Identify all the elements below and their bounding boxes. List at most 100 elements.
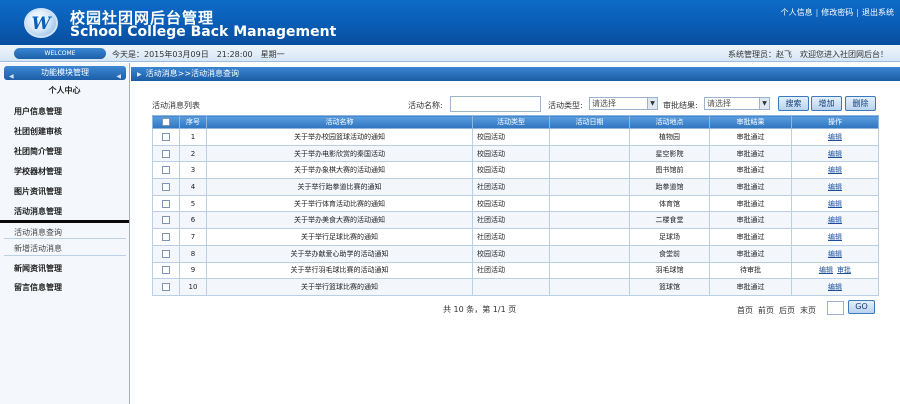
select-all-checkbox[interactable] [162,118,170,126]
row-checkbox-cell [152,228,180,246]
row-checkbox[interactable] [162,266,170,275]
activity-type-select[interactable]: 请选择 ▼ [589,97,658,110]
row-checkbox[interactable] [162,283,170,292]
sidebar-item-messages[interactable]: 留言信息管理 [0,282,129,293]
sidebar-item-club-intro[interactable]: 社团简介管理 [0,146,129,157]
review-result: 审批通过 [709,178,792,196]
link-separator: | [856,8,859,17]
list-title: 活动消息列表 [152,101,200,110]
first-page-link[interactable]: 首页 [737,305,753,316]
row-checkbox-cell [152,128,180,146]
activity-name: 关于举行跆拳道比赛的通知 [206,178,473,196]
edit-link[interactable]: 编辑 [828,133,842,141]
prev-page-link[interactable]: 前页 [758,305,774,316]
activity-place: 星空影院 [629,144,710,163]
activity-name: 关于举办象棋大赛的活动通知 [206,161,473,180]
row-checkbox-cell [152,161,180,180]
edit-link[interactable]: 编辑 [828,200,842,208]
activity-date [549,194,630,213]
activity-place: 二楼食堂 [629,211,710,230]
row-number: 3 [179,161,207,180]
row-number: 1 [179,128,207,146]
review-result: 审批通过 [709,278,792,296]
review-result: 审批通过 [709,161,792,180]
sidebar-subitem-activity-query[interactable]: 活动消息查询 [0,227,129,238]
activity-name: 关于举办电影欣赏的秦国活动 [206,144,473,163]
chevron-down-icon: ▼ [647,98,657,109]
row-checkbox[interactable] [162,166,170,175]
edit-link[interactable]: 编辑 [828,283,842,291]
row-actions: 编辑 [791,211,879,230]
change-password-link[interactable]: 修改密码 [821,8,853,17]
personal-info-link[interactable]: 个人信息 [781,8,813,17]
sidebar-item-club-review[interactable]: 社团创建审核 [0,126,129,137]
collapse-right-icon[interactable]: ◀ [116,70,121,84]
page-number-input[interactable] [827,301,844,315]
sidebar-item-activity[interactable]: 活动消息管理 [0,206,129,217]
row-actions: 编辑 [791,161,879,180]
activity-type: 校园活动 [472,128,550,146]
row-checkbox[interactable] [162,199,170,208]
add-button[interactable]: 增加 [811,96,842,111]
sidebar-subitem-activity-add[interactable]: 新增活动消息 [0,243,129,254]
next-page-link[interactable]: 后页 [779,305,795,316]
row-checkbox[interactable] [162,232,170,241]
activity-type: 社团活动 [472,178,550,196]
delete-button[interactable]: 删除 [845,96,876,111]
sidebar-item-image-news[interactable]: 图片资讯管理 [0,186,129,197]
activity-date [549,244,630,263]
activity-date [549,278,630,296]
link-separator: | [815,8,819,17]
logout-link[interactable]: 退出系统 [862,8,894,17]
collapse-left-icon[interactable]: ◀ [9,70,14,84]
go-button[interactable]: GO [848,300,875,314]
edit-link[interactable]: 编辑 [828,183,842,191]
review-result: 审批通过 [709,194,792,213]
sidebar-item-equipment[interactable]: 学校器材管理 [0,166,129,177]
row-checkbox[interactable] [162,149,170,158]
row-checkbox-cell [152,278,180,296]
table-row: 10 关于举行篮球比赛的通知 篮球馆 审批通过 编辑 [152,278,879,296]
edit-link[interactable]: 编辑 [828,250,842,258]
table-row: 8 关于举办献爱心助学的活动通知 校园活动 食堂前 审批通过 编辑 [152,244,879,263]
table-header-row: 序号 活动名称 活动类型 活动日期 活动地点 审批结果 操作 [152,115,879,129]
activity-place: 跆拳道馆 [629,178,710,196]
activity-type: 社团活动 [472,261,550,280]
activity-type: 校园活动 [472,244,550,263]
sidebar-item-user-info[interactable]: 用户信息管理 [0,106,129,117]
breadcrumb-arrow-icon: ▶ [137,71,142,78]
row-checkbox-cell [152,178,180,196]
edit-link[interactable]: 编辑 [828,233,842,241]
review-result-select[interactable]: 请选择 ▼ [704,97,770,110]
last-page-link[interactable]: 末页 [800,305,816,316]
activity-place: 篮球馆 [629,278,710,296]
row-number: 7 [179,228,207,246]
activity-place: 足球场 [629,228,710,246]
column-header: 审批结果 [709,115,792,129]
row-actions: 编辑 [791,144,879,163]
sidebar-item-personal-center[interactable]: 个人中心 [0,85,129,96]
activity-name-input[interactable] [450,96,541,112]
row-actions: 编辑 [791,128,879,146]
row-actions: 编辑 [791,178,879,196]
search-button[interactable]: 搜索 [778,96,809,111]
table-row: 7 关于举行足球比赛的通知 社团活动 足球场 审批通过 编辑 [152,228,879,246]
row-checkbox[interactable] [162,249,170,258]
edit-link[interactable]: 编辑 [819,266,833,274]
edit-link[interactable]: 编辑 [828,166,842,174]
activity-place: 羽毛球馆 [629,261,710,280]
row-checkbox[interactable] [162,132,170,141]
row-checkbox-cell [152,211,180,230]
activity-name: 关于举办美食大赛的活动通知 [206,211,473,230]
row-checkbox[interactable] [162,182,170,191]
activity-place: 图书馆前 [629,161,710,180]
edit-link[interactable]: 编辑 [828,216,842,224]
edit-link[interactable]: 编辑 [828,150,842,158]
sidebar-item-news[interactable]: 新闻资讯管理 [0,263,129,274]
activity-name: 关于举行体育活动比赛的通知 [206,194,473,213]
column-header: 序号 [179,115,207,129]
activity-type: 校园活动 [472,144,550,163]
activity-place: 植物园 [629,128,710,146]
approve-link[interactable]: 审批 [837,266,851,274]
row-checkbox[interactable] [162,216,170,225]
